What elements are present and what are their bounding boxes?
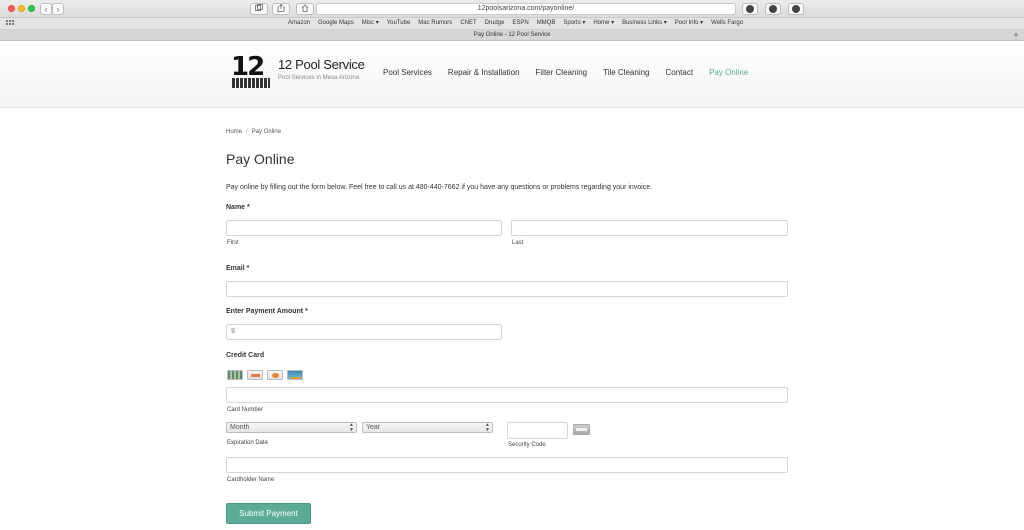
extension-2-button[interactable]	[765, 3, 781, 15]
amount-label: Enter Payment Amount *	[226, 308, 308, 315]
month-value: Month	[230, 424, 250, 431]
breadcrumb: Home / Pay Online	[226, 129, 281, 135]
expiration-sublabel: Expiration Date	[227, 440, 269, 446]
intro-text: Pay online by filling out the form below…	[226, 184, 653, 191]
security-code-icon	[573, 424, 590, 435]
site-title[interactable]: 12 Pool Service	[278, 57, 365, 72]
select-arrows-icon: ▲ ▼	[485, 422, 490, 433]
expiration-month-select[interactable]: Month ▲ ▼	[226, 422, 357, 433]
email-input[interactable]	[226, 281, 788, 297]
breadcrumb-separator: /	[246, 129, 248, 135]
card-2-icon	[247, 370, 263, 380]
new-tab-button[interactable]: +	[1011, 30, 1021, 40]
extension-1-icon	[746, 5, 754, 13]
share-icon	[277, 3, 285, 12]
amount-input[interactable]: $	[226, 324, 502, 340]
minimize-window-button[interactable]	[18, 5, 25, 12]
site-tagline: Pool Services in Mesa Arizona	[278, 75, 360, 81]
cardholder-name-sublabel: Cardholder Name	[227, 477, 275, 483]
nav-filter-cleaning[interactable]: Filter Cleaning	[536, 68, 588, 77]
security-code-input[interactable]	[507, 422, 568, 439]
bookmark-item[interactable]: Mac Rumors	[418, 19, 452, 28]
zoom-window-button[interactable]	[28, 5, 35, 12]
share-button[interactable]	[272, 3, 290, 15]
expiration-year-select[interactable]: Year ▲ ▼	[362, 422, 493, 433]
email-label: Email *	[226, 265, 250, 272]
active-tab[interactable]: Pay Online - 12 Pool Service	[0, 31, 1024, 40]
bookmark-item[interactable]: Sports ▾	[563, 19, 585, 28]
cardholder-name-input[interactable]	[226, 457, 788, 473]
submit-payment-button[interactable]: Submit Payment	[226, 503, 311, 524]
tab-overview-button[interactable]	[250, 3, 268, 15]
home-icon	[301, 4, 309, 12]
browser-titlebar: ‹ › 12poolsarizona.com/payonline/	[0, 0, 1024, 18]
name-label: Name *	[226, 204, 250, 211]
bookmark-item[interactable]: Misc ▾	[362, 19, 379, 28]
back-button[interactable]: ‹	[40, 3, 52, 15]
credit-card-label: Credit Card	[226, 352, 265, 359]
tabs-icon	[255, 4, 263, 11]
bookmark-item[interactable]: Home ▾	[593, 19, 614, 28]
bookmark-list: Amazon Google Maps Misc ▾ YouTube Mac Ru…	[288, 19, 743, 28]
url-bar[interactable]: 12poolsarizona.com/payonline/	[316, 3, 736, 15]
card-4-icon	[287, 370, 303, 380]
card-1-icon	[227, 370, 243, 380]
nav-pool-services[interactable]: Pool Services	[383, 68, 432, 77]
card-number-input[interactable]	[226, 387, 788, 403]
select-arrows-icon: ▲ ▼	[349, 422, 354, 433]
tab-bar: Pay Online - 12 Pool Service +	[0, 30, 1024, 41]
logo-graphic	[232, 78, 270, 88]
card-number-sublabel: Card Number	[227, 407, 264, 413]
bookmark-item[interactable]: Wells Fargo	[711, 19, 743, 28]
nav-tile-cleaning[interactable]: Tile Cleaning	[603, 68, 649, 77]
bookmarks-bar: Amazon Google Maps Misc ▾ YouTube Mac Ru…	[0, 18, 1024, 30]
forward-icon: ›	[56, 4, 60, 14]
first-name-sublabel: First	[227, 240, 239, 246]
bookmark-item[interactable]: MMQB	[537, 19, 556, 28]
extension-1-button[interactable]	[742, 3, 758, 15]
home-button[interactable]	[296, 3, 314, 15]
bookmark-item[interactable]: YouTube	[387, 19, 411, 28]
site-logo[interactable]: 12	[231, 54, 271, 90]
last-name-input[interactable]	[511, 220, 788, 236]
security-code-sublabel: Security Code	[508, 442, 546, 448]
nav-repair-installation[interactable]: Repair & Installation	[448, 68, 520, 77]
bookmark-item[interactable]: Business Links ▾	[622, 19, 667, 28]
downloads-button[interactable]	[788, 3, 804, 15]
year-value: Year	[366, 424, 381, 431]
bookmarks-grid-icon[interactable]	[6, 20, 14, 28]
first-name-input[interactable]	[226, 220, 502, 236]
back-icon: ‹	[44, 4, 48, 14]
bookmark-item[interactable]: Google Maps	[318, 19, 354, 28]
bookmark-item[interactable]: Drudge	[485, 19, 505, 28]
close-window-button[interactable]	[8, 5, 15, 12]
bookmark-item[interactable]: CNET	[460, 19, 476, 28]
bookmark-item[interactable]: ESPN	[512, 19, 528, 28]
card-3-icon	[267, 370, 283, 380]
extension-2-icon	[769, 5, 777, 13]
download-icon	[792, 5, 800, 13]
breadcrumb-current: Pay Online	[251, 129, 282, 135]
nav-pay-online[interactable]: Pay Online	[709, 68, 748, 77]
bookmark-item[interactable]: Amazon	[288, 19, 310, 28]
logo-number: 12	[231, 52, 265, 82]
bookmark-item[interactable]: Pool Info ▾	[675, 19, 703, 28]
main-nav: Pool Services Repair & Installation Filt…	[383, 68, 764, 77]
last-name-sublabel: Last	[512, 240, 524, 246]
forward-button[interactable]: ›	[52, 3, 64, 15]
nav-contact[interactable]: Contact	[666, 68, 694, 77]
page-title: Pay Online	[226, 151, 295, 167]
breadcrumb-home[interactable]: Home	[226, 129, 242, 135]
